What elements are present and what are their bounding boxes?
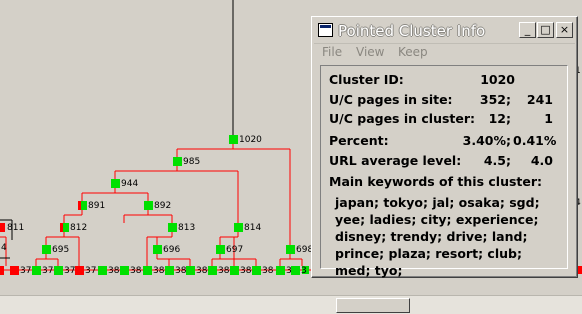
cluster-node-label: 813 <box>178 223 195 233</box>
leaf-node <box>165 266 174 275</box>
window-title: Pointed Cluster Info <box>338 22 486 40</box>
cluster-node <box>229 135 238 144</box>
scrollbar-thumb[interactable] <box>336 298 410 313</box>
cluster-node-label: 811 <box>7 223 24 233</box>
menu-view[interactable]: View <box>356 44 384 60</box>
close-button[interactable]: × <box>556 22 573 38</box>
cluster-node <box>234 223 243 232</box>
leaf-node <box>120 266 129 275</box>
cluster-id-label: Cluster ID: <box>329 72 404 87</box>
keywords-text: japan; tokyo; jal; osaka; sgd; yee; ladi… <box>335 195 540 278</box>
leaf-node-label: 38 <box>130 266 142 276</box>
cluster-node-label: 892 <box>154 201 171 211</box>
minimize-button[interactable]: _ <box>519 22 536 38</box>
url-level-label: URL average level: <box>329 153 462 168</box>
leaf-node-label: 38 <box>262 266 274 276</box>
uc-site-label: U/C pages in site: <box>329 92 453 107</box>
leaf-node <box>230 266 239 275</box>
keywords-label: Main keywords of this cluster: <box>329 174 543 189</box>
leaf-node <box>291 266 300 275</box>
maximize-button[interactable]: □ <box>537 22 554 38</box>
title-bar[interactable]: Pointed Cluster Info _ □ × <box>314 19 575 44</box>
cluster-node <box>153 245 162 254</box>
leaf-node-label: 37 <box>20 266 31 276</box>
cluster-node-label: 696 <box>163 245 180 255</box>
leaf-node <box>10 266 19 275</box>
cluster-node-label: 814 <box>244 223 261 233</box>
cluster-node <box>42 245 51 254</box>
leaf-node-label: 37 <box>85 266 96 276</box>
leaf-node-label: 38 <box>196 266 208 276</box>
cluster-node <box>168 223 177 232</box>
uc-site-u-value: 352; <box>479 92 511 107</box>
leaf-node <box>186 266 195 275</box>
leaf-node <box>32 266 41 275</box>
uc-cluster-c-value: 1 <box>544 111 553 126</box>
leaf-node-label: 3 <box>301 266 307 276</box>
window-app-icon <box>318 23 333 37</box>
leaf-node <box>54 266 63 275</box>
leaf-node-label: 38 <box>218 266 230 276</box>
leaf-node-label: 38 <box>175 266 187 276</box>
cluster-node-marker <box>60 223 63 232</box>
cluster-node-label: 695 <box>52 245 69 255</box>
cluster-node <box>173 157 182 166</box>
uc-cluster-label: U/C pages in cluster: <box>329 111 476 126</box>
cluster-node-label: 891 <box>88 201 105 211</box>
pointed-cluster-info-window[interactable]: Pointed Cluster Info _ □ × File View Kee… <box>311 16 578 278</box>
cluster-node-marker <box>78 201 81 210</box>
leaf-node <box>98 266 107 275</box>
uc-site-c-value: 241 <box>526 92 553 107</box>
cluster-node-label: 812 <box>70 223 87 233</box>
horizontal-scrollbar[interactable] <box>0 295 582 314</box>
leaf-node <box>0 266 4 275</box>
leaf-node <box>252 266 261 275</box>
leaf-node <box>276 266 285 275</box>
cluster-node-label: 1020 <box>239 135 262 145</box>
cluster-node <box>111 179 120 188</box>
uc-cluster-u-value: 12; <box>488 111 511 126</box>
cluster-node <box>216 245 225 254</box>
leaf-node <box>75 266 84 275</box>
percent-label: Percent: <box>329 133 389 148</box>
cluster-node-label: 985 <box>183 157 200 167</box>
leaf-node-label: 38 <box>153 266 165 276</box>
url-level-u-value: 4.5; <box>483 153 511 168</box>
leaf-node-label: 38 <box>240 266 252 276</box>
cluster-node <box>0 223 5 232</box>
leaf-node-label: 37 <box>64 266 75 276</box>
cluster-node <box>144 201 153 210</box>
cluster-node-label: 697 <box>226 245 243 255</box>
leaf-node <box>208 266 217 275</box>
cluster-node-label: 944 <box>121 179 138 189</box>
cluster-id-value: 1020 <box>480 72 515 87</box>
percent-c-value: 0.41% <box>513 133 557 148</box>
leaf-node <box>143 266 152 275</box>
percent-u-value: 3.40%; <box>462 133 511 148</box>
menu-bar: File View Keep <box>314 43 575 61</box>
edge-label: 4 <box>1 243 7 253</box>
url-level-c-value: 4.0 <box>530 153 553 168</box>
cluster-node <box>286 245 295 254</box>
menu-keep[interactable]: Keep <box>398 44 428 60</box>
menu-file[interactable]: File <box>322 44 342 60</box>
leaf-node-label: 37 <box>42 266 53 276</box>
leaf-node-label: 38 <box>108 266 120 276</box>
cluster-info-panel: Cluster ID: 1020 U/C pages in site: 352;… <box>320 65 568 278</box>
